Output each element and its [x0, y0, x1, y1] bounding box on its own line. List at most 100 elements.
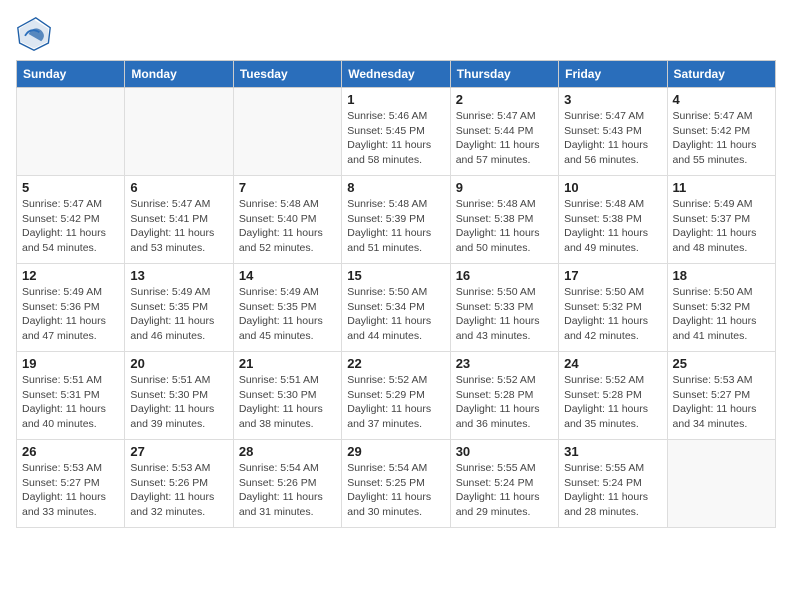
logo: [16, 16, 56, 52]
calendar-cell: 27 Sunrise: 5:53 AMSunset: 5:26 PMDayligh…: [125, 440, 233, 528]
day-number: 14: [239, 268, 336, 283]
day-info: Sunrise: 5:47 AMSunset: 5:44 PMDaylight:…: [456, 109, 553, 168]
day-info: Sunrise: 5:53 AMSunset: 5:26 PMDaylight:…: [130, 461, 227, 520]
day-number: 22: [347, 356, 444, 371]
day-info: Sunrise: 5:52 AMSunset: 5:29 PMDaylight:…: [347, 373, 444, 432]
calendar-cell: 1Sunrise: 5:46 AMSunset: 5:45 PMDaylight…: [342, 88, 450, 176]
calendar-cell: 17Sunrise: 5:50 AMSunset: 5:32 PMDayligh…: [559, 264, 667, 352]
calendar-cell: 2 Sunrise: 5:47 AMSunset: 5:44 PMDaylight…: [450, 88, 558, 176]
day-info: Sunrise: 5:51 AMSunset: 5:30 PMDaylight:…: [239, 373, 336, 432]
day-info: Sunrise: 5:49 AMSunset: 5:37 PMDaylight:…: [673, 197, 770, 256]
day-number: 30: [456, 444, 553, 459]
day-number: 27: [130, 444, 227, 459]
day-number: 29: [347, 444, 444, 459]
day-info: Sunrise: 5:54 AMSunset: 5:26 PMDaylight:…: [239, 461, 336, 520]
calendar-cell: 18 Sunrise: 5:50 AMSunset: 5:32 PMDayligh…: [667, 264, 775, 352]
day-header-wednesday: Wednesday: [342, 61, 450, 88]
day-number: 26: [22, 444, 119, 459]
day-number: 3: [564, 92, 661, 107]
day-info: Sunrise: 5:50 AMSunset: 5:32 PMDaylight:…: [673, 285, 770, 344]
calendar-cell: [667, 440, 775, 528]
day-number: 15: [347, 268, 444, 283]
page-header: [16, 16, 776, 52]
day-info: Sunrise: 5:48 AMSunset: 5:39 PMDaylight:…: [347, 197, 444, 256]
day-number: 28: [239, 444, 336, 459]
week-row-2: 5 Sunrise: 5:47 AMSunset: 5:42 PMDaylight…: [17, 176, 776, 264]
day-info: Sunrise: 5:54 AMSunset: 5:25 PMDaylight:…: [347, 461, 444, 520]
day-header-sunday: Sunday: [17, 61, 125, 88]
day-number: 13: [130, 268, 227, 283]
week-row-4: 19 Sunrise: 5:51 AMSunset: 5:31 PMDayligh…: [17, 352, 776, 440]
day-number: 23: [456, 356, 553, 371]
calendar-cell: 23 Sunrise: 5:52 AMSunset: 5:28 PMDayligh…: [450, 352, 558, 440]
day-number: 11: [673, 180, 770, 195]
day-info: Sunrise: 5:52 AMSunset: 5:28 PMDaylight:…: [564, 373, 661, 432]
calendar-cell: [125, 88, 233, 176]
day-info: Sunrise: 5:47 AMSunset: 5:41 PMDaylight:…: [130, 197, 227, 256]
week-row-3: 12 Sunrise: 5:49 AMSunset: 5:36 PMDayligh…: [17, 264, 776, 352]
day-info: Sunrise: 5:46 AMSunset: 5:45 PMDaylight:…: [347, 109, 444, 168]
day-number: 21: [239, 356, 336, 371]
day-info: Sunrise: 5:55 AMSunset: 5:24 PMDaylight:…: [456, 461, 553, 520]
calendar-header-row: SundayMondayTuesdayWednesdayThursdayFrid…: [17, 61, 776, 88]
day-info: Sunrise: 5:48 AMSunset: 5:38 PMDaylight:…: [456, 197, 553, 256]
day-number: 25: [673, 356, 770, 371]
week-row-1: 1Sunrise: 5:46 AMSunset: 5:45 PMDaylight…: [17, 88, 776, 176]
calendar-cell: [17, 88, 125, 176]
week-row-5: 26 Sunrise: 5:53 AMSunset: 5:27 PMDayligh…: [17, 440, 776, 528]
calendar-cell: 11 Sunrise: 5:49 AMSunset: 5:37 PMDayligh…: [667, 176, 775, 264]
day-info: Sunrise: 5:47 AMSunset: 5:43 PMDaylight:…: [564, 109, 661, 168]
day-header-monday: Monday: [125, 61, 233, 88]
day-number: 6: [130, 180, 227, 195]
day-number: 18: [673, 268, 770, 283]
day-number: 5: [22, 180, 119, 195]
calendar-cell: 31 Sunrise: 5:55 AMSunset: 5:24 PMDayligh…: [559, 440, 667, 528]
day-number: 2: [456, 92, 553, 107]
calendar-cell: 6 Sunrise: 5:47 AMSunset: 5:41 PMDaylight…: [125, 176, 233, 264]
calendar-cell: 28 Sunrise: 5:54 AMSunset: 5:26 PMDayligh…: [233, 440, 341, 528]
calendar-cell: 24Sunrise: 5:52 AMSunset: 5:28 PMDayligh…: [559, 352, 667, 440]
day-info: Sunrise: 5:55 AMSunset: 5:24 PMDaylight:…: [564, 461, 661, 520]
day-info: Sunrise: 5:51 AMSunset: 5:31 PMDaylight:…: [22, 373, 119, 432]
calendar-cell: [233, 88, 341, 176]
calendar-cell: 26 Sunrise: 5:53 AMSunset: 5:27 PMDayligh…: [17, 440, 125, 528]
day-number: 19: [22, 356, 119, 371]
day-number: 7: [239, 180, 336, 195]
calendar-cell: 16Sunrise: 5:50 AMSunset: 5:33 PMDayligh…: [450, 264, 558, 352]
day-info: Sunrise: 5:48 AMSunset: 5:38 PMDaylight:…: [564, 197, 661, 256]
day-info: Sunrise: 5:49 AMSunset: 5:35 PMDaylight:…: [130, 285, 227, 344]
day-number: 10: [564, 180, 661, 195]
day-info: Sunrise: 5:48 AMSunset: 5:40 PMDaylight:…: [239, 197, 336, 256]
day-info: Sunrise: 5:53 AMSunset: 5:27 PMDaylight:…: [22, 461, 119, 520]
day-number: 31: [564, 444, 661, 459]
day-info: Sunrise: 5:52 AMSunset: 5:28 PMDaylight:…: [456, 373, 553, 432]
day-info: Sunrise: 5:49 AMSunset: 5:36 PMDaylight:…: [22, 285, 119, 344]
day-info: Sunrise: 5:47 AMSunset: 5:42 PMDaylight:…: [673, 109, 770, 168]
logo-icon: [16, 16, 52, 52]
calendar-cell: 13 Sunrise: 5:49 AMSunset: 5:35 PMDayligh…: [125, 264, 233, 352]
calendar-cell: 20Sunrise: 5:51 AMSunset: 5:30 PMDayligh…: [125, 352, 233, 440]
day-number: 8: [347, 180, 444, 195]
day-header-saturday: Saturday: [667, 61, 775, 88]
calendar-cell: 7 Sunrise: 5:48 AMSunset: 5:40 PMDaylight…: [233, 176, 341, 264]
day-info: Sunrise: 5:50 AMSunset: 5:34 PMDaylight:…: [347, 285, 444, 344]
calendar-cell: 29 Sunrise: 5:54 AMSunset: 5:25 PMDayligh…: [342, 440, 450, 528]
day-info: Sunrise: 5:53 AMSunset: 5:27 PMDaylight:…: [673, 373, 770, 432]
calendar-cell: 19 Sunrise: 5:51 AMSunset: 5:31 PMDayligh…: [17, 352, 125, 440]
day-header-thursday: Thursday: [450, 61, 558, 88]
day-info: Sunrise: 5:51 AMSunset: 5:30 PMDaylight:…: [130, 373, 227, 432]
day-info: Sunrise: 5:49 AMSunset: 5:35 PMDaylight:…: [239, 285, 336, 344]
day-number: 12: [22, 268, 119, 283]
calendar-cell: 5 Sunrise: 5:47 AMSunset: 5:42 PMDaylight…: [17, 176, 125, 264]
day-number: 4: [673, 92, 770, 107]
calendar-cell: 21 Sunrise: 5:51 AMSunset: 5:30 PMDayligh…: [233, 352, 341, 440]
calendar-table: SundayMondayTuesdayWednesdayThursdayFrid…: [16, 60, 776, 528]
day-number: 9: [456, 180, 553, 195]
calendar-cell: 4 Sunrise: 5:47 AMSunset: 5:42 PMDaylight…: [667, 88, 775, 176]
calendar-cell: 14 Sunrise: 5:49 AMSunset: 5:35 PMDayligh…: [233, 264, 341, 352]
day-info: Sunrise: 5:50 AMSunset: 5:33 PMDaylight:…: [456, 285, 553, 344]
day-info: Sunrise: 5:47 AMSunset: 5:42 PMDaylight:…: [22, 197, 119, 256]
calendar-cell: 25 Sunrise: 5:53 AMSunset: 5:27 PMDayligh…: [667, 352, 775, 440]
day-number: 17: [564, 268, 661, 283]
day-header-tuesday: Tuesday: [233, 61, 341, 88]
